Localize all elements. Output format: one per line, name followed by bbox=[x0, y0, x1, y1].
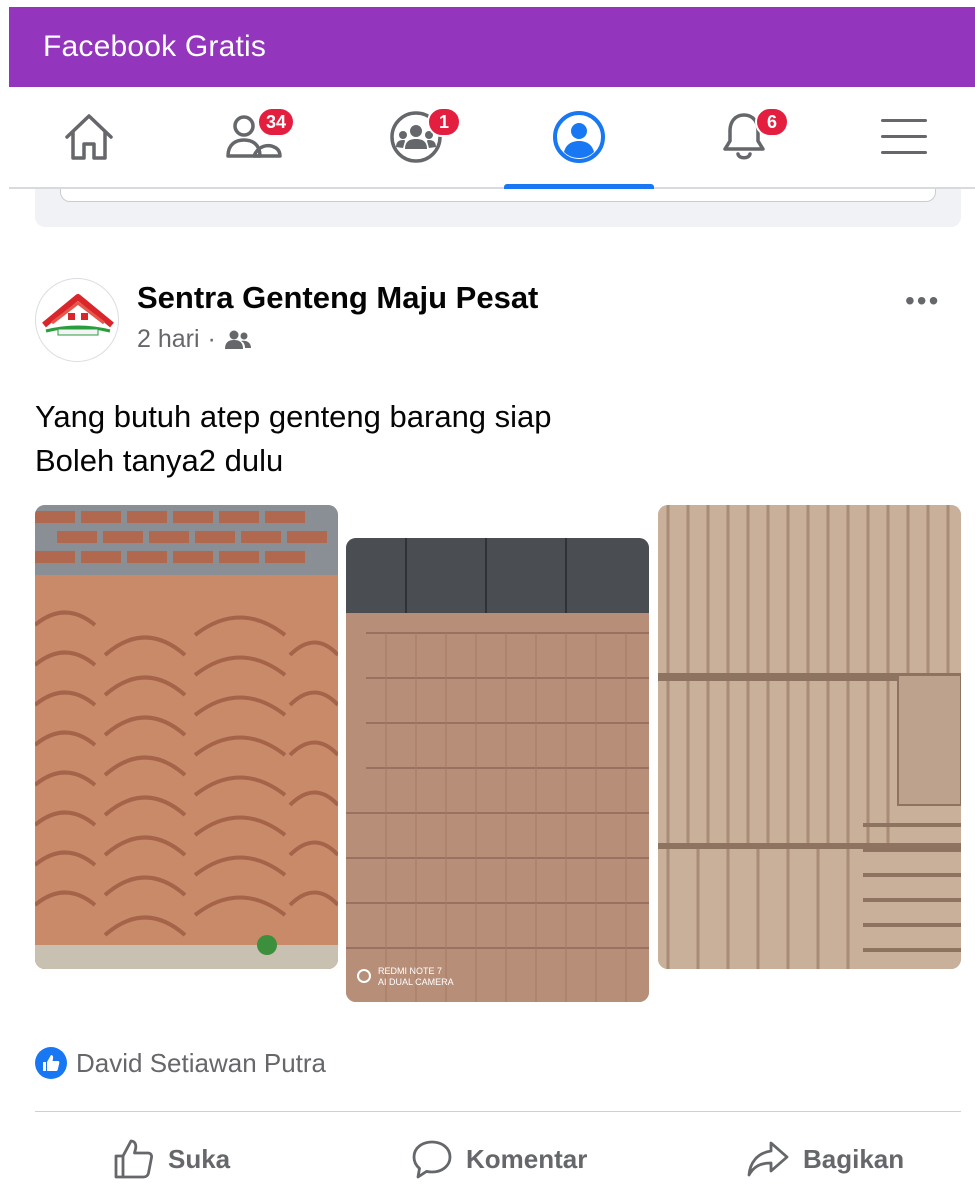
top-navigation: 34 1 6 bbox=[9, 87, 975, 189]
post-photo-3[interactable] bbox=[658, 505, 961, 969]
post-time[interactable]: 2 hari bbox=[137, 325, 200, 354]
nav-friends[interactable]: 34 bbox=[179, 87, 329, 187]
photo-watermark-line: AI DUAL CAMERA bbox=[378, 977, 454, 987]
comment-button[interactable]: Komentar bbox=[410, 1136, 587, 1182]
action-divider bbox=[35, 1111, 961, 1112]
photo-flat-tiles: REDMI NOTE 7 AI DUAL CAMERA bbox=[346, 538, 649, 1002]
like-reaction-icon bbox=[35, 1047, 67, 1079]
nav-home[interactable] bbox=[14, 87, 164, 187]
post-text-line: Yang butuh atep genteng barang siap bbox=[35, 399, 552, 434]
post-photo-2[interactable]: REDMI NOTE 7 AI DUAL CAMERA bbox=[346, 538, 649, 1002]
post-text-line: Boleh tanya2 dulu bbox=[35, 443, 284, 478]
reaction-names: David Setiawan Putra bbox=[76, 1047, 327, 1078]
nav-menu[interactable] bbox=[829, 87, 975, 187]
comment-label: Komentar bbox=[466, 1143, 588, 1174]
notifications-badge: 6 bbox=[755, 107, 789, 137]
thumbs-up-icon bbox=[114, 1139, 153, 1179]
app-title: Facebook Gratis bbox=[43, 30, 267, 63]
friends-badge: 34 bbox=[257, 107, 296, 137]
nav-groups[interactable]: 1 bbox=[341, 87, 491, 187]
nav-profile[interactable] bbox=[504, 87, 654, 187]
profile-icon bbox=[553, 111, 605, 163]
page-avatar[interactable] bbox=[35, 278, 119, 362]
share-label: Bagikan bbox=[803, 1143, 905, 1174]
post-text: Yang butuh atep genteng barang siap Bole… bbox=[35, 395, 552, 483]
nav-notifications[interactable]: 6 bbox=[669, 87, 819, 187]
reaction-summary[interactable]: David Setiawan Putra bbox=[35, 1047, 326, 1079]
post-author[interactable]: Sentra Genteng Maju Pesat bbox=[137, 280, 538, 316]
home-icon bbox=[65, 114, 113, 160]
share-button[interactable]: Bagikan bbox=[745, 1136, 904, 1182]
hamburger-menu-icon bbox=[881, 119, 927, 154]
company-logo bbox=[42, 294, 114, 336]
post-more-options-button[interactable]: ••• bbox=[905, 285, 940, 317]
photo-ridge-tiles bbox=[35, 505, 338, 969]
post-meta: 2 hari · bbox=[137, 325, 252, 354]
friends-audience-icon bbox=[224, 330, 251, 349]
meta-separator: · bbox=[207, 325, 216, 353]
like-label: Suka bbox=[168, 1143, 231, 1174]
like-button[interactable]: Suka bbox=[112, 1136, 230, 1182]
groups-badge: 1 bbox=[427, 107, 461, 137]
post-photo-1[interactable] bbox=[35, 505, 338, 969]
photo-watermark-line: REDMI NOTE 7 bbox=[378, 966, 442, 976]
comment-bubble-icon bbox=[412, 1140, 452, 1179]
share-arrow-icon bbox=[747, 1141, 789, 1177]
app-bar: Facebook Gratis bbox=[9, 7, 975, 87]
photo-clay-tiles bbox=[658, 505, 961, 969]
composer-input[interactable] bbox=[60, 189, 936, 202]
